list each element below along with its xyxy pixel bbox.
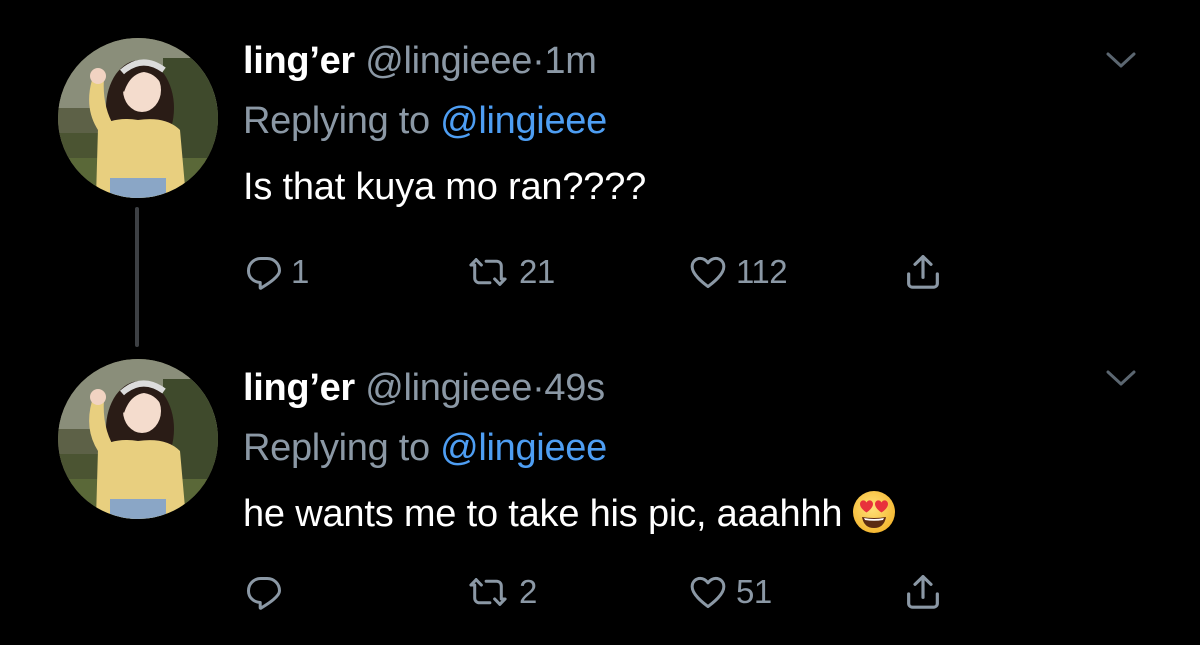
tweet-actions: 2 51 [245, 567, 965, 617]
retweet-button[interactable]: 2 [465, 567, 537, 617]
tweet-header: ling’er @lingieee·1m [243, 36, 1120, 86]
heart-eyes-emoji [853, 491, 896, 533]
replying-to-mention-link[interactable]: @lingieee [440, 427, 607, 469]
chevron-down-icon[interactable] [1104, 366, 1138, 390]
replying-to-label: Replying to [243, 100, 430, 142]
retweet-icon [465, 253, 511, 291]
display-name[interactable]: ling’er [243, 40, 355, 82]
retweet-icon [465, 573, 511, 611]
tweet[interactable]: ling’er @lingieee·49s Replying to @lingi… [0, 330, 1200, 645]
retweet-count: 21 [519, 253, 555, 290]
tweet-timestamp[interactable]: 49s [544, 367, 605, 409]
user-handle[interactable]: @lingieee [365, 367, 532, 409]
tweet-header: ling’er @lingieee·49s [243, 363, 1120, 413]
tweet-content: ling’er @lingieee·49s Replying to @lingi… [243, 363, 1120, 539]
separator-dot: · [532, 40, 545, 82]
tweet-text: he wants me to take his pic, aaahhh [243, 493, 843, 535]
avatar[interactable] [58, 38, 218, 198]
share-icon [903, 572, 943, 612]
retweet-button[interactable]: 21 [465, 247, 555, 297]
heart-icon [688, 253, 728, 291]
reply-button[interactable]: 1 [245, 247, 309, 297]
avatar[interactable] [58, 359, 218, 519]
replying-to-mention-link[interactable]: @lingieee [440, 100, 607, 142]
separator-dot: · [532, 367, 545, 409]
reply-icon [245, 253, 283, 291]
like-button[interactable]: 51 [688, 567, 772, 617]
tweet-text-line: he wants me to take his pic, aaahhh [243, 489, 1120, 539]
display-name[interactable]: ling’er [243, 367, 355, 409]
tweet-text: Is that kuya mo ran???? [243, 166, 647, 208]
tweet-content: ling’er @lingieee·1m Replying to @lingie… [243, 36, 1120, 212]
tweet-timestamp[interactable]: 1m [544, 40, 597, 82]
share-icon [903, 252, 943, 292]
reply-icon [245, 573, 283, 611]
like-button[interactable]: 112 [688, 247, 788, 297]
replying-to-line: Replying to @lingieee [243, 96, 1120, 146]
replying-to-label: Replying to [243, 427, 430, 469]
retweet-count: 2 [519, 573, 537, 610]
chevron-down-icon[interactable] [1104, 48, 1138, 72]
reply-count: 1 [291, 253, 309, 290]
user-handle[interactable]: @lingieee [365, 40, 532, 82]
heart-icon [688, 573, 728, 611]
like-count: 51 [736, 573, 772, 610]
reply-button[interactable] [245, 567, 291, 617]
share-button[interactable] [903, 247, 943, 297]
thread-connector-line [135, 207, 139, 347]
share-button[interactable] [903, 567, 943, 617]
tweet-actions: 1 21 112 [245, 247, 965, 297]
replying-to-line: Replying to @lingieee [243, 423, 1120, 473]
tweet[interactable]: ling’er @lingieee·1m Replying to @lingie… [0, 0, 1200, 347]
like-count: 112 [736, 253, 788, 290]
